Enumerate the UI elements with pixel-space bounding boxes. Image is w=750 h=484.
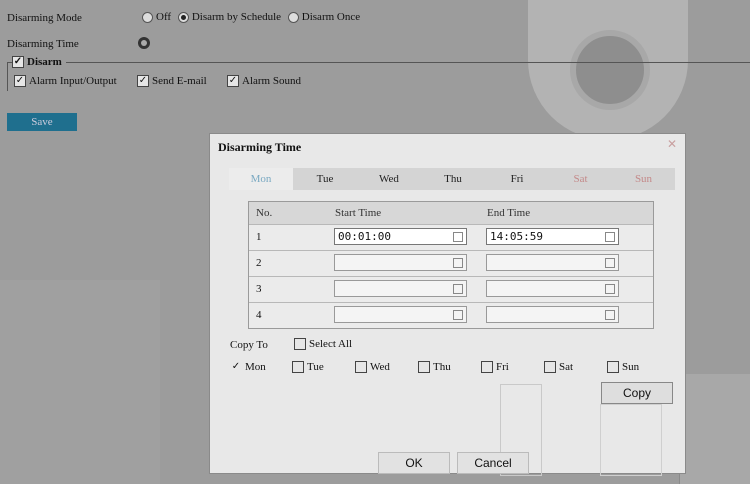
calendar-icon[interactable] — [453, 232, 463, 242]
gear-icon[interactable] — [138, 37, 150, 49]
time-table: No. Start Time End Time 1 00:01:00 14:05… — [248, 201, 654, 329]
calendar-icon[interactable] — [605, 258, 615, 268]
copy-day-fri[interactable]: Fri — [481, 361, 509, 374]
copy-day-checkbox[interactable] — [418, 361, 430, 374]
table-row: 3 — [249, 277, 653, 303]
header-start-time: Start Time — [335, 207, 382, 219]
header-no: No. — [256, 207, 273, 219]
copy-day-checkbox[interactable] — [544, 361, 556, 374]
select-all-option[interactable]: Select All — [294, 338, 352, 351]
watermark-building-left — [0, 280, 160, 484]
row-no: 4 — [256, 309, 262, 321]
mode-radio-group: Off Disarm by Schedule Disarm Once — [142, 11, 360, 23]
checkbox-alarm-io[interactable]: ✓ — [14, 75, 26, 88]
tab-thu[interactable]: Thu — [421, 168, 485, 190]
start-time-input[interactable] — [334, 254, 467, 271]
checkbox-alarm-sound[interactable]: ✓ — [227, 75, 239, 88]
option-alarm-io[interactable]: ✓ Alarm Input/Output — [14, 75, 117, 88]
option-alarm-sound[interactable]: ✓ Alarm Sound — [227, 75, 301, 88]
end-time-input[interactable] — [486, 254, 619, 271]
table-header: No. Start Time End Time — [249, 202, 653, 225]
copy-day-thu[interactable]: Thu — [418, 361, 451, 374]
end-time-input[interactable]: 14:05:59 — [486, 228, 619, 245]
checkbox-send-email[interactable]: ✓ — [137, 75, 149, 88]
ok-button[interactable]: OK — [378, 452, 450, 474]
copy-day-checkbox[interactable] — [292, 361, 304, 374]
copy-day-tue[interactable]: Tue — [292, 361, 324, 374]
calendar-icon[interactable] — [453, 258, 463, 268]
copy-to-label: Copy To — [230, 339, 268, 351]
calendar-icon[interactable] — [605, 284, 615, 294]
copy-day-checkbox[interactable]: ✓ — [230, 361, 242, 373]
dialog-title: Disarming Time — [218, 140, 302, 154]
start-time-input[interactable] — [334, 280, 467, 297]
option-send-email[interactable]: ✓ Send E-mail — [137, 75, 207, 88]
mode-option-schedule[interactable]: Disarm by Schedule — [174, 11, 281, 23]
tab-tue[interactable]: Tue — [293, 168, 357, 190]
mode-option-off[interactable]: Off — [142, 11, 171, 23]
table-row: 2 — [249, 251, 653, 277]
copy-day-mon[interactable]: ✓ Mon — [230, 361, 266, 373]
row-no: 2 — [256, 257, 262, 269]
disarm-fieldset — [7, 62, 750, 91]
tab-fri[interactable]: Fri — [485, 168, 549, 190]
header-end-time: End Time — [487, 207, 531, 219]
calendar-icon[interactable] — [605, 232, 615, 242]
radio-off[interactable] — [142, 11, 153, 23]
end-time-input[interactable] — [486, 306, 619, 323]
table-row: 4 — [249, 303, 653, 328]
disarming-time-label: Disarming Time — [7, 38, 79, 50]
calendar-icon[interactable] — [453, 284, 463, 294]
close-icon[interactable]: ✕ — [667, 137, 677, 152]
tab-sun[interactable]: Sun — [612, 168, 675, 190]
calendar-icon[interactable] — [605, 310, 615, 320]
tab-sat[interactable]: Sat — [549, 168, 612, 190]
copy-button[interactable]: Copy — [601, 382, 673, 404]
copy-day-wed[interactable]: Wed — [355, 361, 390, 374]
copy-day-sat[interactable]: Sat — [544, 361, 573, 374]
save-button[interactable]: Save — [7, 113, 77, 131]
disarming-mode-label: Disarming Mode — [7, 12, 82, 24]
tab-mon[interactable]: Mon — [229, 168, 293, 190]
disarming-time-dialog: Disarming Time ✕ Mon Tue Wed Thu Fri Sat… — [209, 133, 686, 476]
radio-once[interactable] — [287, 11, 299, 23]
copy-day-checkbox[interactable] — [355, 361, 367, 374]
radio-schedule[interactable] — [177, 11, 189, 23]
mode-option-once[interactable]: Disarm Once — [284, 11, 360, 23]
disarm-group-legend[interactable]: ✓ Disarm — [12, 56, 66, 69]
cancel-button[interactable]: Cancel — [457, 452, 529, 474]
start-time-input[interactable]: 00:01:00 — [334, 228, 467, 245]
calendar-icon[interactable] — [453, 310, 463, 320]
copy-day-checkbox[interactable] — [607, 361, 619, 374]
tab-wed[interactable]: Wed — [357, 168, 421, 190]
watermark-building-right — [679, 374, 750, 484]
start-time-input[interactable] — [334, 306, 467, 323]
disarm-checkbox[interactable]: ✓ — [12, 56, 24, 69]
select-all-checkbox[interactable] — [294, 338, 306, 351]
copy-day-checkbox[interactable] — [481, 361, 493, 374]
day-tabs: Mon Tue Wed Thu Fri Sat Sun — [229, 168, 675, 190]
end-time-input[interactable] — [486, 280, 619, 297]
row-no: 3 — [256, 283, 262, 295]
table-row: 1 00:01:00 14:05:59 — [249, 225, 653, 251]
copy-day-sun[interactable]: Sun — [607, 361, 639, 374]
row-no: 1 — [256, 231, 262, 243]
watermark-building-dialog-2 — [600, 404, 662, 476]
